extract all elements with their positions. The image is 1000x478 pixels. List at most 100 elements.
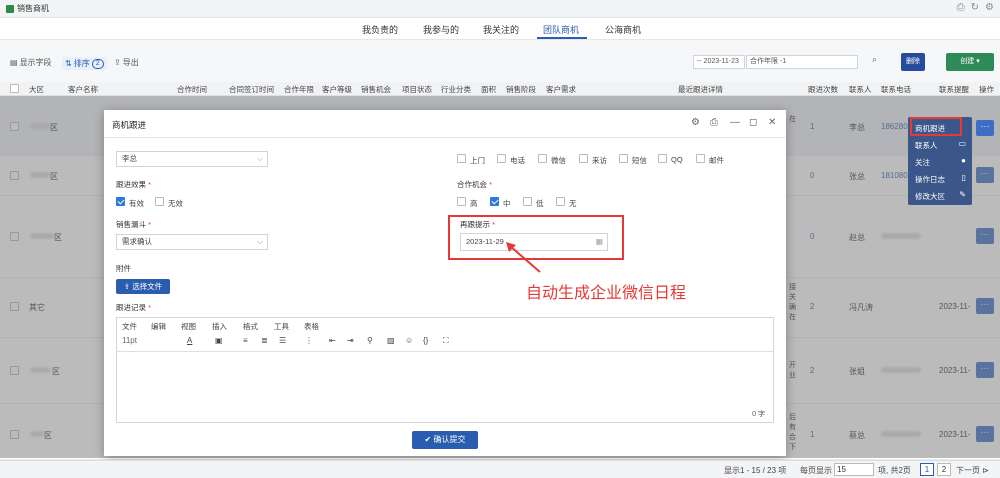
th-coop-time[interactable]: 合作时间 <box>177 84 207 95</box>
page-2-button[interactable]: 2 <box>937 463 951 476</box>
app-logo-icon <box>6 4 14 13</box>
tab-public-pool[interactable]: 公海商机 <box>605 23 641 36</box>
close-icon[interactable]: ✕ <box>768 117 776 128</box>
print-icon[interactable]: ⎙ <box>957 2 965 13</box>
channel-checkbox[interactable] <box>497 154 506 163</box>
th-chance[interactable]: 销售机会 <box>361 84 391 95</box>
refresh-icon[interactable]: ↻ <box>971 2 979 13</box>
chance-checkbox[interactable] <box>457 197 466 206</box>
print-icon[interactable]: ⎙ <box>710 117 718 128</box>
date-filter[interactable]: -- 2023-11-23 <box>693 55 745 69</box>
th-demand[interactable]: 客户需求 <box>546 84 576 95</box>
tab-team[interactable]: 团队商机 <box>543 23 579 36</box>
select-all-checkbox[interactable] <box>10 84 19 93</box>
th-latest-detail[interactable]: 最近跟进详情 <box>678 84 723 95</box>
channel-checkbox[interactable] <box>658 154 667 163</box>
channel-checkbox[interactable] <box>619 154 628 163</box>
font-size-select[interactable]: 11pt <box>122 336 137 345</box>
chat-icon: ▭ <box>958 139 966 148</box>
th-follow-count[interactable]: 跟进次数 <box>808 84 838 95</box>
editor-menu-view[interactable]: 视图 <box>181 321 196 332</box>
th-region[interactable]: 大区 <box>29 84 44 95</box>
export-button[interactable]: ⇪ 导出 <box>114 57 139 68</box>
next-page-button[interactable]: 下一页 ⊳ <box>956 465 989 476</box>
editor-menu-file[interactable]: 文件 <box>122 321 137 332</box>
editor-menu-insert[interactable]: 插入 <box>212 321 227 332</box>
choose-file-button[interactable]: ⇪ 选择文件 <box>116 279 170 294</box>
tab-following[interactable]: 我关注的 <box>483 23 519 36</box>
effect-checkbox-valid[interactable] <box>116 197 125 206</box>
indent-icon[interactable]: ⇥ <box>347 336 354 345</box>
fullscreen-icon[interactable]: ⛶ <box>443 336 449 346</box>
channel-label: 微信 <box>551 156 566 165</box>
th-area[interactable]: 面积 <box>481 84 496 95</box>
tab-participating[interactable]: 我参与的 <box>423 23 459 36</box>
code-icon[interactable]: {} <box>423 336 428 345</box>
app-tab[interactable]: 销售商机 <box>6 3 49 14</box>
contact-select[interactable]: 李总 ⌵ <box>116 151 268 167</box>
highlight-icon[interactable]: ▣ <box>215 336 223 345</box>
chance-checkbox[interactable] <box>523 197 532 206</box>
th-contract-time[interactable]: 合同签订时间 <box>229 84 274 95</box>
font-color-icon[interactable]: A <box>187 336 192 345</box>
th-remind[interactable]: 联系提醒 <box>939 84 969 95</box>
upload-icon: ⇪ <box>123 282 133 291</box>
display-fields-button[interactable]: ▤ 显示字段 <box>10 57 52 68</box>
submit-button[interactable]: ✔ 确认提交 <box>412 431 478 449</box>
settings-icon[interactable]: ⚙ <box>691 117 700 128</box>
create-button[interactable]: 创建 ▾ <box>946 53 994 71</box>
search-button[interactable]: 删除 <box>901 53 925 71</box>
chance-label-text: 合作机会 <box>457 180 487 189</box>
maximize-icon[interactable]: ◻ <box>749 117 757 128</box>
align-center-icon[interactable]: ≣ <box>261 336 268 345</box>
th-project-status[interactable]: 项目状态 <box>402 84 432 95</box>
bullet-list-icon[interactable]: ☰ <box>279 336 286 345</box>
chance-checkbox[interactable] <box>556 197 565 206</box>
editor-menu-format[interactable]: 格式 <box>243 321 258 332</box>
chance-checkbox[interactable] <box>490 197 499 206</box>
sort-count-badge: 2 <box>91 58 104 69</box>
th-industry[interactable]: 行业分类 <box>441 84 471 95</box>
menu-item-contacts[interactable]: 联系人 <box>915 140 938 151</box>
th-coop-years[interactable]: 合作年限 <box>284 84 314 95</box>
stage-select[interactable]: 需求确认 ⌵ <box>116 234 268 250</box>
effect-checkbox-invalid[interactable] <box>155 197 164 206</box>
emoji-icon[interactable]: ☺ <box>405 336 413 345</box>
page-1-button[interactable]: 1 <box>920 463 934 476</box>
settings-icon[interactable]: ⚙ <box>985 2 994 13</box>
cooperation-filter[interactable]: 合作年限 -1 <box>746 55 858 69</box>
dialog-header: 商机跟进 ⚙ ⎙ — ◻ ✕ <box>104 110 786 138</box>
per-page-select[interactable]: 15 <box>834 463 874 476</box>
editor-menu-tools[interactable]: 工具 <box>274 321 289 332</box>
nav-tabs: 我负责的 我参与的 我关注的 团队商机 公海商机 <box>0 18 1000 40</box>
sort-button[interactable]: ⇅ 排序 2 <box>62 57 107 70</box>
sort-icon: ⇅ <box>65 59 72 68</box>
channel-checkbox[interactable] <box>457 154 466 163</box>
channel-checkbox[interactable] <box>696 154 705 163</box>
th-customer[interactable]: 客户名称 <box>68 84 98 95</box>
th-level[interactable]: 客户等级 <box>322 84 352 95</box>
tab-mine[interactable]: 我负责的 <box>362 23 398 36</box>
channel-checkbox[interactable] <box>538 154 547 163</box>
th-stage[interactable]: 销售阶段 <box>506 84 536 95</box>
columns-icon: ▤ <box>10 58 18 67</box>
menu-item-change-region[interactable]: 修改大区 <box>915 191 945 202</box>
menu-item-follow[interactable]: 关注 <box>915 157 930 168</box>
th-phone[interactable]: 联系电话 <box>881 84 911 95</box>
minimize-icon[interactable]: — <box>730 117 740 128</box>
channel-label: 来访 <box>592 156 607 165</box>
channel-checkbox[interactable] <box>579 154 588 163</box>
rich-text-editor[interactable]: 文件 编辑 视图 插入 格式 工具 表格 11pt A ▣ ≡ ≣ ☰ ⋮ ⇤ … <box>116 317 774 423</box>
follow-up-dialog: 商机跟进 ⚙ ⎙ — ◻ ✕ 李总 ⌵ 上门 电话 微信 来访 短信 QQ 邮件… <box>104 110 786 456</box>
numbered-list-icon[interactable]: ⋮ <box>305 336 313 345</box>
align-left-icon[interactable]: ≡ <box>243 336 248 345</box>
link-icon[interactable]: ⚲ <box>367 336 373 345</box>
row-more-button[interactable]: ··· <box>976 120 994 136</box>
outdent-icon[interactable]: ⇤ <box>329 336 336 345</box>
menu-item-log[interactable]: 操作日志 <box>915 174 945 185</box>
editor-menu-table[interactable]: 表格 <box>304 321 319 332</box>
editor-menu-edit[interactable]: 编辑 <box>151 321 166 332</box>
search-icon[interactable]: ⌕ <box>872 54 886 68</box>
image-icon[interactable]: ▨ <box>387 336 395 345</box>
th-contact[interactable]: 联系人 <box>849 84 872 95</box>
